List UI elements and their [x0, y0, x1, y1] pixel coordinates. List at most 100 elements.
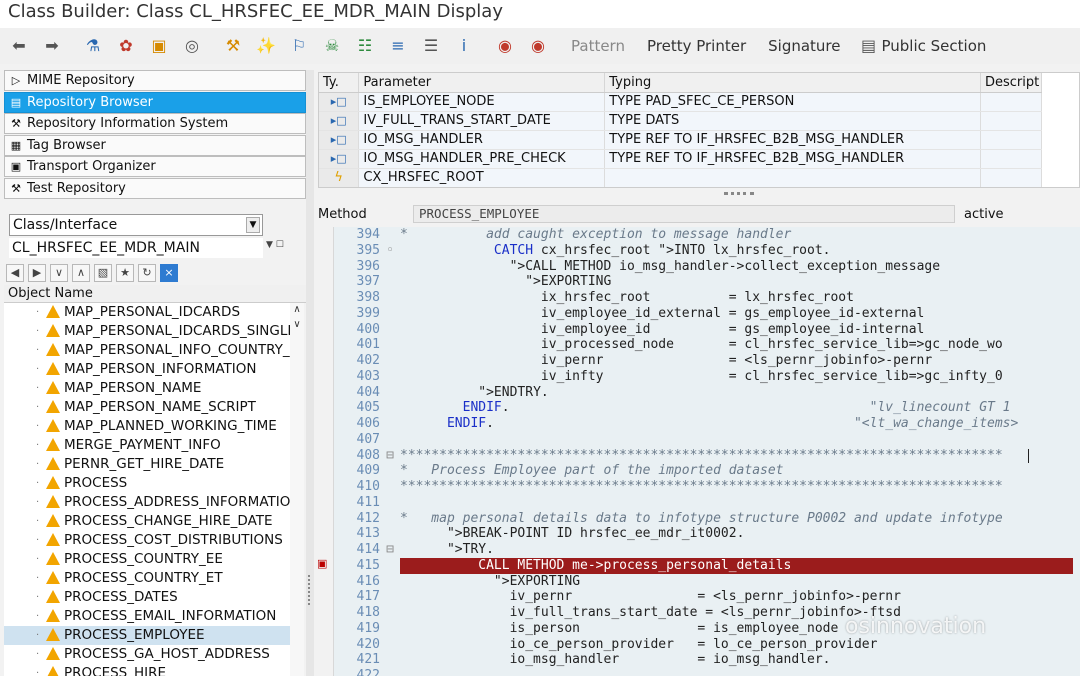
fold-marker-icon[interactable]: ⊟: [380, 542, 400, 558]
favorite-icon[interactable]: ★: [116, 264, 134, 282]
code-line[interactable]: 396 ">CALL METHOD io_msg_handler->collec…: [335, 259, 1080, 275]
collapse-icon[interactable]: ∨: [50, 264, 68, 282]
code-line[interactable]: 409 * Process Employee part of the import…: [335, 463, 1080, 479]
forward-icon[interactable]: ➡: [41, 35, 63, 57]
panel-splitter[interactable]: [306, 70, 314, 676]
nav-item-test-repository[interactable]: ⚒ Test Repository: [4, 177, 306, 199]
tree-item[interactable]: · MERGE_PAYMENT_INFO: [4, 436, 290, 455]
public-section-button[interactable]: Public Section: [882, 37, 987, 55]
col-typing[interactable]: Typing: [604, 73, 981, 93]
forward-icon[interactable]: ▶: [28, 264, 46, 282]
object-type-select[interactable]: Class/Interface ▼: [9, 214, 263, 236]
tree-item[interactable]: · PROCESS_DATES: [4, 588, 290, 607]
code-line[interactable]: 413 ">BREAK-POINT ID hrsfec_ee_mdr_it000…: [335, 526, 1080, 542]
code-line[interactable]: 407: [335, 432, 1080, 448]
tree-item[interactable]: · MAP_PERSONAL_IDCARDS: [4, 303, 290, 322]
code-editor[interactable]: ▣ 394 * add caught exception to message h…: [314, 227, 1080, 676]
table-row[interactable]: ϟ CX_HRSFEC_ROOT: [319, 168, 1043, 187]
tree-item[interactable]: · PERNR_GET_HIRE_DATE: [4, 455, 290, 474]
code-line[interactable]: 421 io_msg_handler = io_msg_handler.: [335, 652, 1080, 668]
object-name-input[interactable]: CL_HRSFEC_EE_MDR_MAIN: [9, 238, 263, 258]
fold-marker-icon[interactable]: ◦: [380, 243, 400, 259]
code-line[interactable]: 394 * add caught exception to message han…: [335, 227, 1080, 243]
expand-icon[interactable]: ∧: [72, 264, 90, 282]
code-line[interactable]: 400 iv_employee_id = gs_employee_id-inte…: [335, 322, 1080, 338]
nav-item-repository-browser[interactable]: ▤ Repository Browser: [4, 91, 306, 113]
test-icon[interactable]: ☠: [321, 35, 343, 57]
code-line[interactable]: 422: [335, 668, 1080, 676]
object-name-actions[interactable]: ▼ ☐: [266, 240, 304, 254]
tree-item[interactable]: · PROCESS_GA_HOST_ADDRESS: [4, 645, 290, 664]
code-line[interactable]: 405 ENDIF. "lv_linecount GT 1: [335, 400, 1080, 416]
code-line[interactable]: 408 ⊟ ************************************…: [335, 448, 1080, 464]
code-line[interactable]: 402 iv_pernr = <ls_pernr_jobinfo>-pernr: [335, 353, 1080, 369]
col-parameter[interactable]: Parameter: [358, 73, 606, 93]
scroll-up-icon[interactable]: ∧: [290, 304, 304, 315]
tree-item[interactable]: · PROCESS_CHANGE_HIRE_DATE: [4, 512, 290, 531]
editor-gutter[interactable]: [314, 227, 334, 676]
info-icon[interactable]: i: [453, 35, 475, 57]
tree-item[interactable]: · MAP_PLANNED_WORKING_TIME: [4, 417, 290, 436]
table-row[interactable]: ▸□ IV_FULL_TRANS_START_DATE TYPE DATS: [319, 111, 1043, 131]
nav-item-mime-repository[interactable]: ▷ MIME Repository: [4, 70, 306, 91]
nav-item-repository-information-system[interactable]: ⚒ Repository Information System: [4, 113, 306, 134]
code-line[interactable]: 414 ⊟ ">TRY.: [335, 542, 1080, 558]
table-row[interactable]: ▸□ IO_MSG_HANDLER_PRE_CHECK TYPE REF TO IF…: [319, 149, 1043, 169]
tree-item[interactable]: · PROCESS_COST_DISTRIBUTIONS: [4, 531, 290, 550]
code-line[interactable]: 403 iv_infty = cl_hrsfec_service_lib=>gc…: [335, 369, 1080, 385]
resize-grip-icon[interactable]: [724, 192, 754, 198]
back-icon[interactable]: ◀: [6, 264, 24, 282]
display-list-icon[interactable]: ≡: [387, 35, 409, 57]
hierarchy-icon[interactable]: ▧: [94, 264, 112, 282]
nav-item-transport-organizer[interactable]: ▣ Transport Organizer: [4, 156, 306, 177]
breakpoint-icon[interactable]: ▣: [317, 557, 331, 571]
table-row[interactable]: ▸□ IS_EMPLOYEE_NODE TYPE PAD_SFEC_CE_PERSO…: [319, 92, 1043, 112]
back-icon[interactable]: ⬅: [8, 35, 30, 57]
code-line[interactable]: 398 ix_hrsfec_root = lx_hrsfec_root: [335, 290, 1080, 306]
tree-item[interactable]: · MAP_PERSONAL_IDCARDS_SINGLE: [4, 322, 290, 341]
col-ty[interactable]: Ty.: [319, 73, 360, 93]
code-line[interactable]: 412 * map personal details data to infoty…: [335, 511, 1080, 527]
pretty-printer-button[interactable]: Pretty Printer: [647, 37, 746, 55]
active-inactive-icon[interactable]: ▣: [148, 35, 170, 57]
signature-button[interactable]: Signature: [768, 37, 840, 55]
code-line[interactable]: 399 iv_employee_id_external = gs_employe…: [335, 306, 1080, 322]
tree-item[interactable]: · PROCESS_EMAIL_INFORMATION: [4, 607, 290, 626]
tree-item[interactable]: · PROCESS_HIRE: [4, 664, 290, 676]
nav-item-tag-browser[interactable]: ▦ Tag Browser: [4, 134, 306, 156]
other-object-icon[interactable]: ⚗: [82, 35, 104, 57]
table-row[interactable]: ▸□ IO_MSG_HANDLER TYPE REF TO IF_HRSFEC_B2…: [319, 130, 1043, 150]
code-line[interactable]: 416 ">EXPORTING: [335, 574, 1080, 590]
fold-marker-icon[interactable]: ⊟: [380, 448, 400, 464]
object-list-icon[interactable]: ⚒: [222, 35, 244, 57]
display-change-icon[interactable]: ✿: [115, 35, 137, 57]
tree-scrollbar[interactable]: ∧ ∨: [290, 303, 304, 676]
code-line[interactable]: 401 iv_processed_node = cl_hrsfec_servic…: [335, 337, 1080, 353]
check-icon[interactable]: ✨: [255, 35, 277, 57]
tree-item[interactable]: · MAP_PERSON_INFORMATION: [4, 360, 290, 379]
tree-item[interactable]: · PROCESS_ADDRESS_INFORMATION: [4, 493, 290, 512]
code-line[interactable]: 415 CALL METHOD me->process_personal_det…: [335, 557, 1080, 574]
code-line[interactable]: 410 *************************************…: [335, 479, 1080, 495]
tree-item[interactable]: · MAP_PERSON_NAME_SCRIPT: [4, 398, 290, 417]
code-line[interactable]: 404 ">ENDTRY.: [335, 385, 1080, 401]
tree-item[interactable]: · MAP_PERSON_NAME: [4, 379, 290, 398]
chevron-down-icon[interactable]: ▼: [246, 217, 260, 233]
hierarchy-icon[interactable]: ☷: [354, 35, 376, 57]
pattern-button[interactable]: Pattern: [571, 37, 625, 55]
code-line[interactable]: 395 ◦ CATCH cx_hrsfec_root ">INTO lx_hrsf…: [335, 243, 1080, 259]
tree-item[interactable]: · MAP_PERSONAL_INFO_COUNTRY_FL: [4, 341, 290, 360]
scroll-down-icon[interactable]: ∨: [290, 319, 304, 330]
watchpoint-icon[interactable]: ◉: [527, 35, 549, 57]
tree-item[interactable]: · PROCESS_EMPLOYEE: [4, 626, 290, 645]
documentation-icon[interactable]: ☰: [420, 35, 442, 57]
set-breakpoint-icon[interactable]: ◉: [494, 35, 516, 57]
code-line[interactable]: 417 iv_pernr = <ls_pernr_jobinfo>-pernr: [335, 589, 1080, 605]
tree-item[interactable]: · PROCESS: [4, 474, 290, 493]
refresh-icon[interactable]: ↻: [138, 264, 156, 282]
where-used-icon[interactable]: ◎: [181, 35, 203, 57]
code-line[interactable]: 406 ENDIF. "<lt_wa_change_items>: [335, 416, 1080, 432]
code-line[interactable]: 397 ">EXPORTING: [335, 274, 1080, 290]
splitter-grip-icon[interactable]: [308, 575, 312, 605]
col-descript[interactable]: Descript: [980, 73, 1043, 93]
